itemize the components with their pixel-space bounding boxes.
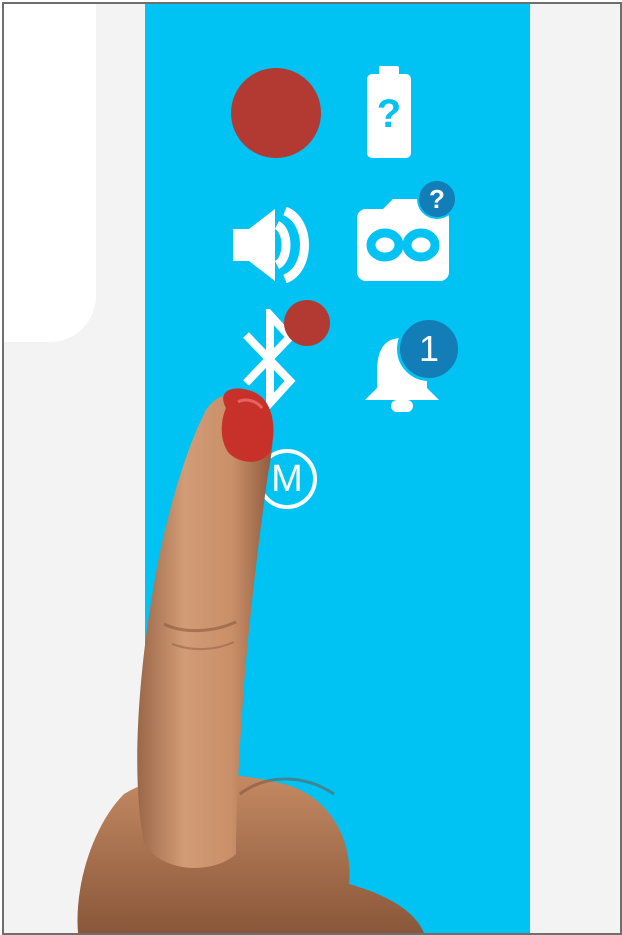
phone-screen: ? ? 1 M [2,2,622,935]
finger-photo [77,388,425,933]
